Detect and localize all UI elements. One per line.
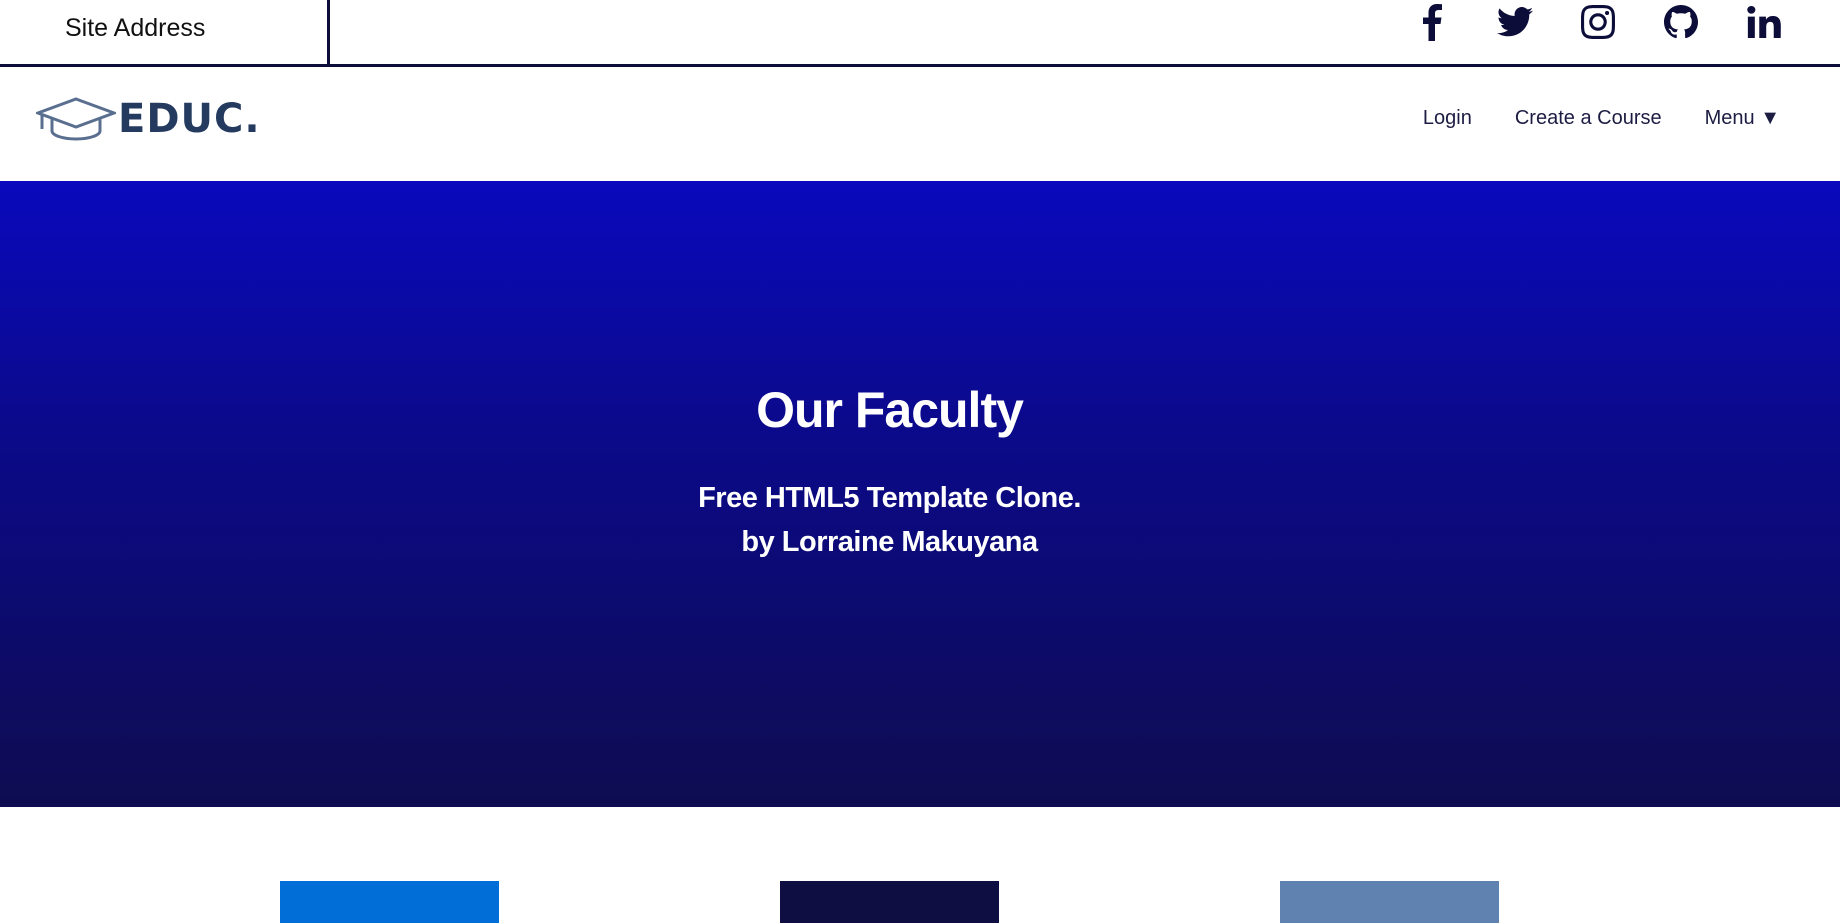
hero-subtitle: Free HTML5 Template Clone. by Lorraine M…	[0, 476, 1779, 564]
nav-login[interactable]: Login	[1423, 107, 1472, 130]
graduation-cap-icon	[36, 97, 116, 141]
faculty-card	[780, 881, 999, 923]
github-link[interactable]	[1639, 0, 1722, 44]
facebook-icon	[1422, 4, 1442, 41]
instagram-link[interactable]	[1556, 0, 1639, 44]
twitter-icon	[1496, 7, 1533, 37]
github-icon	[1663, 5, 1698, 39]
hero-subtitle-line1: Free HTML5 Template Clone.	[698, 482, 1081, 514]
main-nav: EDUC. Login Create a Course Menu ▼	[0, 67, 1840, 181]
site-address: Site Address	[0, 0, 330, 64]
instagram-icon	[1580, 5, 1615, 39]
hero-title: Our Faculty	[756, 382, 1024, 438]
twitter-link[interactable]	[1473, 0, 1556, 44]
nav-menu-dropdown[interactable]: Menu ▼	[1705, 107, 1780, 130]
logo-text: EDUC.	[118, 96, 261, 142]
linkedin-link[interactable]	[1722, 0, 1805, 44]
logo[interactable]: EDUC.	[36, 96, 261, 142]
linkedin-icon	[1746, 6, 1781, 38]
top-bar: Site Address	[0, 0, 1840, 67]
facebook-link[interactable]	[1390, 0, 1473, 44]
nav-menu: Login Create a Course Menu ▼	[1423, 107, 1780, 130]
hero-subtitle-line2: by Lorraine Makuyana	[741, 526, 1038, 558]
nav-create-course[interactable]: Create a Course	[1515, 107, 1662, 130]
hero-banner: Our Faculty Free HTML5 Template Clone. b…	[0, 181, 1840, 807]
social-links	[1390, 0, 1805, 44]
faculty-card	[1280, 881, 1499, 923]
faculty-card	[280, 881, 499, 923]
